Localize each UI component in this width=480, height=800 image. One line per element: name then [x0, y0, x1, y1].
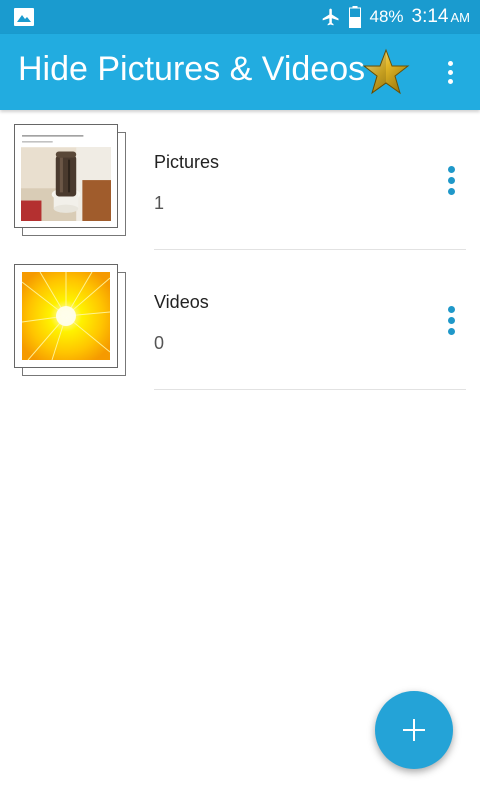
- status-indicators: 48% 3:14 AM: [321, 0, 470, 34]
- clock-ampm: AM: [450, 10, 471, 25]
- battery-percent: 48%: [369, 7, 404, 26]
- thumbnail-front-frame: [14, 264, 118, 368]
- status-bar: 48% 3:14 AM: [0, 0, 480, 34]
- app-bar: Hide Pictures & Videos: [0, 34, 480, 110]
- more-dot: [447, 305, 455, 313]
- folder-item-videos[interactable]: Videos 0: [0, 250, 480, 390]
- toilet-photo-thumbnail: [21, 131, 111, 221]
- more-dot: [447, 327, 455, 335]
- yellow-burst-thumbnail: [22, 272, 110, 360]
- list-divider: [154, 389, 466, 390]
- thumbnail-front-frame: [14, 124, 118, 228]
- folder-count: 1: [154, 193, 165, 213]
- folder-item-pictures[interactable]: Pictures 1: [0, 110, 480, 250]
- more-dot: [447, 187, 455, 195]
- folder-title: Videos: [154, 292, 209, 312]
- airplane-mode-icon: [323, 8, 339, 26]
- more-dot: [447, 165, 455, 173]
- folder-thumbnail-stack: [14, 264, 126, 376]
- clock: 3:14 AM: [412, 6, 470, 28]
- folder-more-icon[interactable]: [438, 162, 464, 198]
- folder-thumbnail-stack: [14, 124, 126, 236]
- more-dot: [447, 176, 455, 184]
- folder-count: 0: [154, 333, 165, 353]
- gold-star-icon[interactable]: [362, 48, 410, 96]
- folder-title: Pictures: [154, 152, 220, 172]
- folder-more-icon[interactable]: [438, 302, 464, 338]
- overflow-dot: [447, 60, 453, 66]
- battery-icon: [349, 6, 362, 28]
- add-button[interactable]: [375, 691, 453, 769]
- gallery-notification-icon: [14, 8, 34, 26]
- overflow-dot: [447, 78, 453, 84]
- app-title: Hide Pictures & Videos: [18, 50, 366, 88]
- more-dot: [447, 316, 455, 324]
- plus-icon: [403, 719, 425, 741]
- overflow-menu-icon[interactable]: [434, 54, 466, 90]
- clock-time: 3:14: [411, 6, 449, 27]
- battery-indicator: [349, 6, 362, 28]
- overflow-dot: [447, 69, 453, 75]
